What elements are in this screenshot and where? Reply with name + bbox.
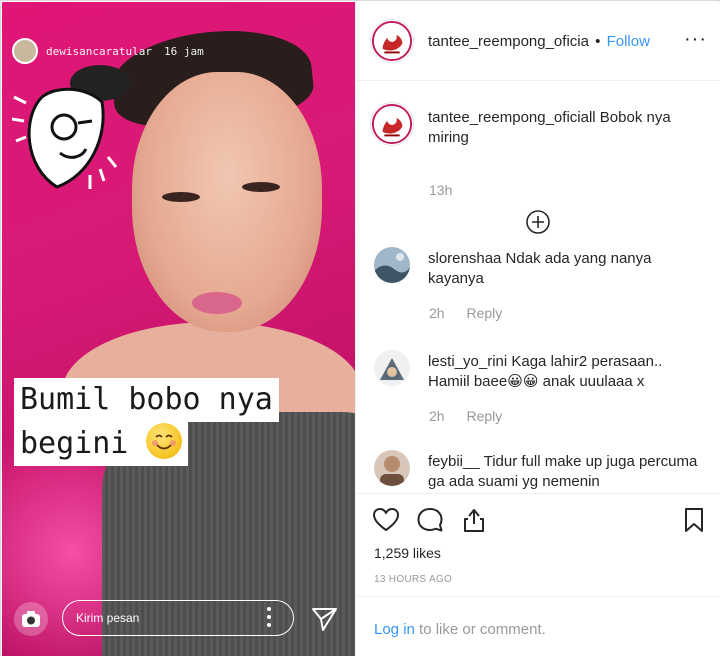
comment-avatar[interactable] — [374, 450, 410, 486]
story-caption-line2: begini — [14, 422, 189, 466]
comment-meta: 2h Reply — [429, 305, 502, 321]
comment-icon[interactable] — [416, 506, 444, 534]
caption-avatar[interactable] — [370, 102, 414, 146]
post-panel: tantee_reempong_oficia • Follow ··· tant… — [355, 2, 720, 656]
story-caption-text-2: begini — [20, 426, 129, 461]
share-icon[interactable] — [460, 506, 488, 534]
send-icon[interactable] — [309, 604, 339, 634]
photo-eye-right — [242, 182, 280, 192]
story-username[interactable]: dewisancaratular — [46, 45, 152, 58]
more-options-icon[interactable]: ··· — [684, 29, 707, 49]
story-photo: dewisancaratular 16 jam Bumil bobo nya b… — [2, 2, 355, 656]
story-caption-text-1: Bumil bobo nya — [20, 382, 273, 417]
post-header: tantee_reempong_oficia • Follow ··· — [356, 2, 720, 81]
heart-icon[interactable] — [372, 506, 400, 534]
reply-button[interactable]: Reply — [466, 305, 502, 321]
caption-text: tantee_reempong_oficiall Bobok nya mirin… — [428, 109, 671, 146]
comment-avatar[interactable] — [374, 350, 410, 386]
login-suffix: to like or comment. — [414, 621, 546, 638]
story-avatar[interactable] — [12, 38, 38, 64]
comment-text: feybii__ Tidur full make up juga percuma… — [428, 453, 698, 490]
brand-logo-icon — [371, 20, 413, 62]
story-reply-bar: Kirim pesan — [2, 592, 355, 656]
brand-logo-icon — [371, 103, 413, 145]
comment-text: lesti_yo_rini Kaga lahir2 perasaan.. Ham… — [428, 353, 663, 390]
login-prompt: Log in to like or comment. — [374, 621, 546, 638]
story-caption-line1: Bumil bobo nya — [14, 378, 279, 422]
login-bar: Log in to like or comment. — [356, 596, 720, 656]
load-more-comments-icon[interactable] — [525, 209, 551, 235]
post-frame: dewisancaratular 16 jam Bumil bobo nya b… — [0, 0, 720, 656]
comment-text: slorenshaa Ndak ada yang nanya kayanya — [428, 250, 652, 287]
story-time: 16 jam — [163, 44, 204, 58]
follow-button[interactable]: Follow — [607, 33, 650, 50]
camera-button[interactable] — [14, 602, 48, 636]
photo-lips — [192, 292, 242, 314]
header-separator: • — [595, 33, 601, 50]
login-link[interactable]: Log in — [374, 621, 415, 638]
story-user[interactable]: dewisancaratular 16 jam — [12, 38, 204, 64]
reply-button[interactable]: Reply — [466, 408, 502, 424]
photo-eye-left — [162, 192, 200, 202]
likes-count[interactable]: 1,259 likes — [374, 545, 441, 561]
caption-time: 13h — [429, 182, 453, 198]
comment-time: 2h — [429, 408, 445, 424]
camera-icon — [22, 611, 40, 627]
message-input[interactable]: Kirim pesan — [62, 600, 294, 636]
message-placeholder: Kirim pesan — [76, 611, 140, 625]
comment-avatar[interactable] — [374, 247, 410, 283]
cartoon-sticker — [12, 65, 130, 189]
post-actions: 1,259 likes 13 HOURS AGO — [356, 493, 720, 595]
more-vertical-icon[interactable] — [264, 606, 274, 633]
header-user-line: tantee_reempong_oficia • Follow — [428, 33, 650, 50]
comments-list: tantee_reempong_oficiall Bobok nya mirin… — [356, 82, 720, 492]
bookmark-icon[interactable] — [680, 506, 708, 534]
comment-meta: 2h Reply — [429, 408, 502, 424]
smile-emoji-icon — [146, 423, 183, 459]
comment-time: 2h — [429, 305, 445, 321]
header-username[interactable]: tantee_reempong_oficia — [428, 33, 589, 50]
posted-time[interactable]: 13 HOURS AGO — [374, 574, 452, 585]
account-avatar[interactable] — [370, 19, 414, 63]
